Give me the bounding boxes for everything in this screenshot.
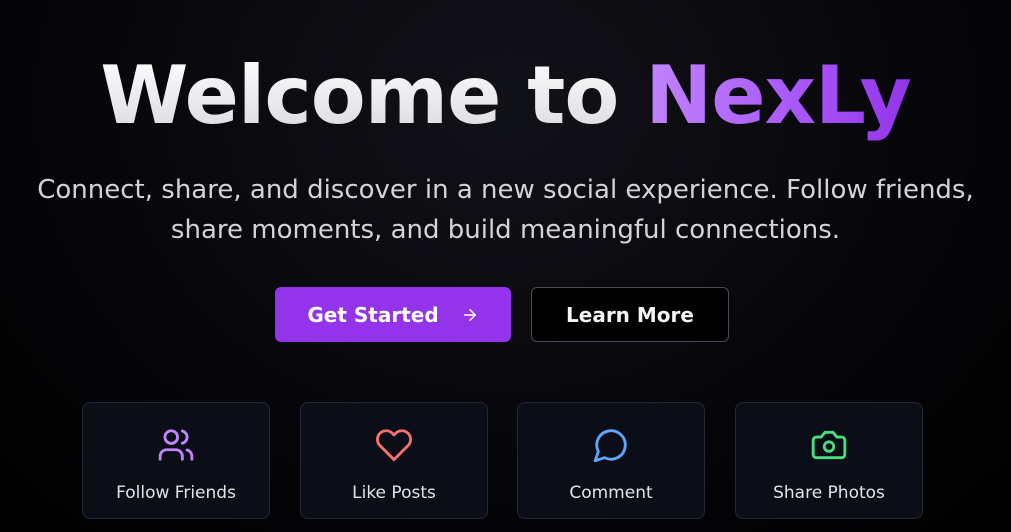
feature-label: Share Photos — [773, 483, 885, 503]
camera-icon — [809, 425, 849, 465]
feature-label: Like Posts — [352, 483, 436, 503]
feature-label: Follow Friends — [116, 483, 236, 503]
hero-section: Welcome to NexLy Connect, share, and dis… — [0, 0, 1011, 532]
hero-subtitle: Connect, share, and discover in a new so… — [20, 170, 991, 250]
feature-label: Comment — [569, 483, 653, 503]
get-started-label: Get Started — [307, 302, 439, 327]
learn-more-button[interactable]: Learn More — [531, 287, 729, 342]
feature-card-follow-friends: Follow Friends — [82, 402, 270, 519]
subtitle-line-1: Connect, share, and discover in a new so… — [37, 175, 974, 205]
hero-title: Welcome to NexLy — [0, 46, 1011, 146]
feature-card-comment: Comment — [517, 402, 705, 519]
feature-card-like-posts: Like Posts — [300, 402, 488, 519]
heart-icon — [374, 425, 414, 465]
users-icon — [156, 425, 196, 465]
arrow-right-icon — [461, 306, 479, 324]
learn-more-label: Learn More — [566, 302, 694, 327]
brand-name: NexLy — [645, 49, 912, 142]
feature-card-share-photos: Share Photos — [735, 402, 923, 519]
title-prefix: Welcome to — [100, 49, 646, 142]
message-circle-icon — [591, 425, 631, 465]
get-started-button[interactable]: Get Started — [275, 287, 511, 342]
subtitle-line-2: share moments, and build meaningful conn… — [170, 215, 841, 245]
